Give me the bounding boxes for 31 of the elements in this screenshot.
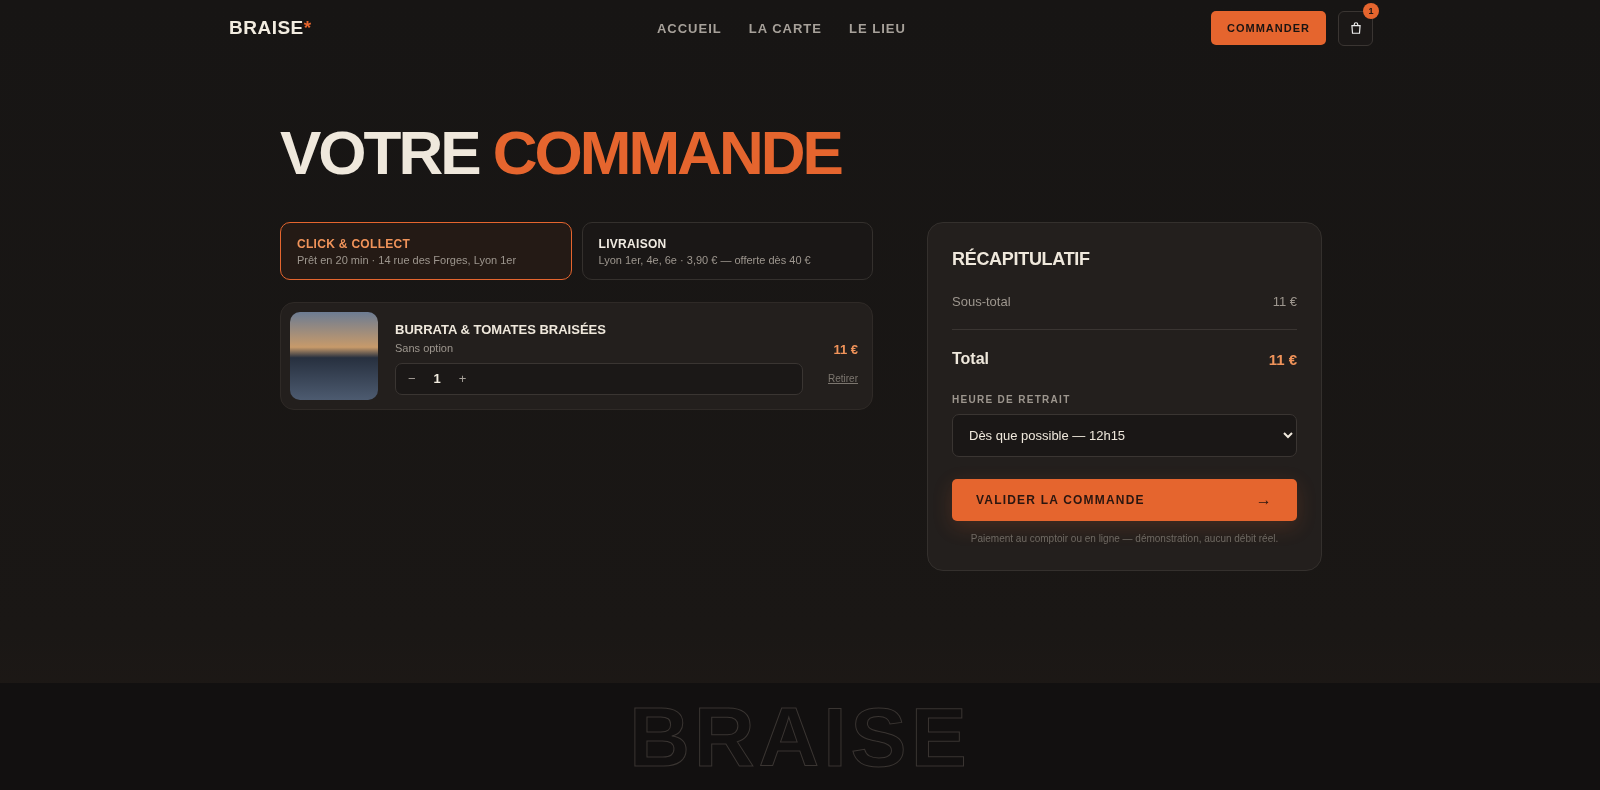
decrease-button[interactable]: −	[408, 371, 416, 386]
option-detail: Prêt en 20 min · 14 rue des Forges, Lyon 1er	[297, 253, 518, 266]
shopping-bag-icon	[1348, 21, 1363, 35]
item-price: 11 €	[833, 342, 858, 357]
total-label: Total	[952, 350, 990, 368]
option-title: LIVRAISON	[598, 236, 668, 251]
option-detail: Lyon 1er, 4e, 6e · 3,90 € — offerte dès 40 €	[598, 253, 812, 266]
nav-link[interactable]: LE LIEU	[848, 20, 906, 36]
fulfillment-option[interactable]: CLICK & COLLECT Prêt en 20 min · 14 rue des Forges, Lyon 1er	[280, 222, 572, 280]
cart-count-badge: 1	[1363, 2, 1379, 19]
submit-order-button[interactable]: VALIDER LA COMMANDE →	[952, 479, 1297, 521]
nav-link[interactable]: LA CARTE	[748, 20, 822, 36]
remove-link[interactable]: Retirer	[828, 373, 858, 384]
payment-note: Paiement au comptoir ou en ligne — démonstration, aucun débit réel.	[969, 533, 1280, 544]
summary-title: RÉCAPITULATIF	[952, 249, 1091, 270]
increase-button[interactable]: +	[458, 371, 467, 386]
total-value: 11 €	[1268, 350, 1297, 368]
quantity-value: 1	[433, 371, 441, 386]
pickup-time-select[interactable]: Dès que possible — 12h15	[952, 414, 1297, 457]
pickup-time-label: HEURE DE RETRAIT	[952, 394, 1072, 405]
fulfillment-option[interactable]: LIVRAISON Lyon 1er, 4e, 6e · 3,90 € — offerte dès 40 €	[581, 222, 873, 280]
subtotal-value: 11 €	[1272, 294, 1297, 309]
nav-link[interactable]: ACCUEIL	[656, 20, 722, 36]
order-button[interactable]: COMMANDER	[1211, 11, 1326, 45]
item-option: Sans option	[395, 341, 803, 354]
option-title: CLICK & COLLECT	[297, 236, 412, 251]
subtotal-label: Sous-total	[952, 294, 1011, 309]
item-name: BURRATA & TOMATES BRAISÉES	[395, 321, 607, 337]
page-title: VOTRE COMMANDE	[280, 122, 843, 184]
brand-logo[interactable]: BRAISE*	[229, 17, 312, 39]
cart-button[interactable]	[1338, 10, 1373, 46]
